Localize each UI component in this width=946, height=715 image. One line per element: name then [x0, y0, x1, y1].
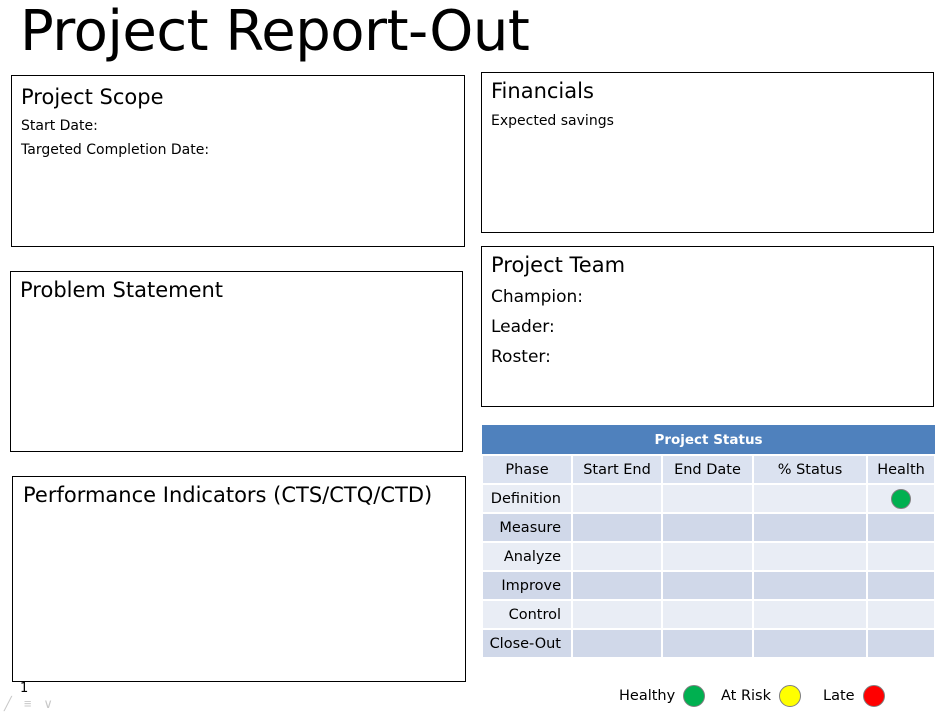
legend-late: Late: [823, 684, 885, 708]
start-end-cell[interactable]: [571, 483, 663, 514]
health-cell[interactable]: [865, 628, 937, 659]
phase-cell: Improve: [481, 570, 573, 601]
table-row: Measure: [481, 512, 937, 543]
table-row: Analyze: [481, 541, 937, 572]
start-end-cell[interactable]: [571, 628, 663, 659]
problem-statement-title: Problem Statement: [20, 278, 224, 302]
percent-status-cell[interactable]: [752, 599, 868, 630]
end-date-cell[interactable]: [661, 628, 754, 659]
pen-icon[interactable]: ╱: [4, 696, 24, 711]
phase-cell: Measure: [481, 512, 573, 543]
legend-at-risk-label: At Risk: [721, 688, 772, 704]
start-end-cell[interactable]: [571, 541, 663, 572]
legend-healthy-label: Healthy: [619, 688, 676, 704]
column-header-phase: Phase: [481, 454, 573, 485]
financials-title: Financials: [491, 79, 594, 103]
legend-late-label: Late: [823, 688, 855, 704]
end-date-cell[interactable]: [661, 483, 754, 514]
table-header-row: Phase Start End End Date % Status Health: [481, 454, 937, 485]
leader-label: Leader:: [491, 317, 555, 337]
table-row: Definition: [481, 483, 937, 514]
performance-indicators-title: Performance Indicators (CTS/CTQ/CTD): [23, 483, 433, 507]
expected-savings-label: Expected savings: [491, 113, 614, 129]
project-status-title: Project Status: [482, 425, 936, 455]
end-date-cell[interactable]: [661, 599, 754, 630]
slide-toolbar: ╱≡∨: [4, 696, 65, 712]
health-cell[interactable]: [865, 541, 937, 572]
start-end-cell[interactable]: [571, 512, 663, 543]
end-date-cell[interactable]: [661, 570, 754, 601]
table-row: Improve: [481, 570, 937, 601]
percent-status-cell[interactable]: [752, 512, 868, 543]
phase-cell: Analyze: [481, 541, 573, 572]
health-cell[interactable]: [865, 570, 937, 601]
legend-healthy: Healthy: [619, 684, 706, 708]
column-header-health: Health: [865, 454, 937, 485]
menu-icon[interactable]: ≡: [24, 696, 44, 711]
table-row: Close-Out: [481, 628, 937, 659]
end-date-cell[interactable]: [661, 512, 754, 543]
percent-status-cell[interactable]: [752, 541, 868, 572]
column-header-start-end: Start End: [571, 454, 663, 485]
percent-status-cell[interactable]: [752, 570, 868, 601]
champion-label: Champion:: [491, 287, 584, 307]
percent-status-cell[interactable]: [752, 628, 868, 659]
percent-status-cell[interactable]: [752, 483, 868, 514]
legend-at-risk: At Risk: [721, 684, 802, 708]
phase-cell: Control: [481, 599, 573, 630]
phase-cell: Definition: [481, 483, 573, 514]
completion-date-label: Targeted Completion Date:: [21, 142, 210, 158]
healthy-status-dot-icon: [891, 488, 912, 509]
project-team-box: Project Team Champion: Leader: Roster:: [481, 246, 934, 407]
at-risk-dot-icon: [779, 685, 802, 707]
end-date-cell[interactable]: [661, 541, 754, 572]
financials-box: Financials Expected savings: [481, 72, 934, 233]
performance-indicators-box: Performance Indicators (CTS/CTQ/CTD): [12, 476, 466, 682]
project-team-title: Project Team: [491, 253, 626, 277]
project-scope-title: Project Scope: [21, 85, 164, 109]
start-end-cell[interactable]: [571, 570, 663, 601]
project-status-table: Project Status Phase Start End End Date …: [481, 425, 937, 659]
table-row: Control: [481, 599, 937, 630]
page-number: 1: [20, 681, 29, 696]
healthy-dot-icon: [683, 685, 706, 707]
health-cell[interactable]: [865, 599, 937, 630]
column-header-end-date: End Date: [661, 454, 754, 485]
health-cell[interactable]: [865, 512, 937, 543]
late-dot-icon: [862, 685, 885, 707]
health-cell[interactable]: [865, 483, 937, 514]
column-header-percent-status: % Status: [752, 454, 868, 485]
phase-cell: Close-Out: [481, 628, 573, 659]
roster-label: Roster:: [491, 347, 551, 367]
start-end-cell[interactable]: [571, 599, 663, 630]
page-title: Project Report-Out: [20, 0, 530, 64]
project-scope-box: Project Scope Start Date: Targeted Compl…: [11, 75, 465, 247]
chevron-down-icon[interactable]: ∨: [43, 696, 65, 711]
start-date-label: Start Date:: [21, 118, 98, 134]
problem-statement-box: Problem Statement: [10, 271, 463, 452]
